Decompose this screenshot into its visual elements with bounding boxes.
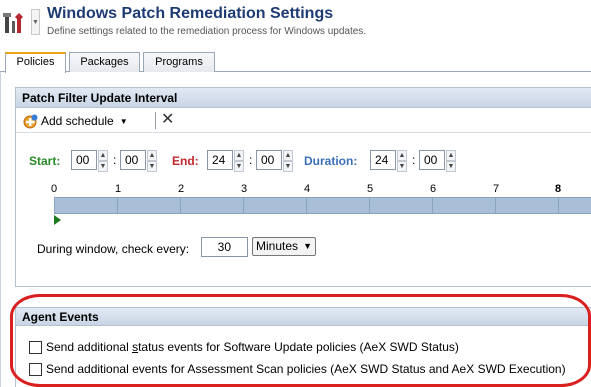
chevron-down-icon[interactable]: ▼ <box>31 9 40 35</box>
time-separator: : <box>412 153 416 167</box>
chevron-down-icon: ▼ <box>303 241 312 251</box>
stepper-arrows[interactable]: ▲ ▼ <box>446 150 456 172</box>
tab-policies[interactable]: Policies <box>5 52 66 73</box>
end-minute-stepper[interactable]: 00 ▲ ▼ <box>256 150 293 172</box>
label-part: tatus events for Software Update policie… <box>138 340 459 354</box>
down-arrow-icon[interactable]: ▼ <box>446 161 456 172</box>
stepper-arrows[interactable]: ▲ ▼ <box>283 150 293 172</box>
tab-packages[interactable]: Packages <box>69 52 140 72</box>
ruler-label: 4 <box>304 183 311 195</box>
up-arrow-icon[interactable]: ▲ <box>397 150 407 161</box>
status-events-label: Send additional status events for Softwa… <box>46 340 459 354</box>
toolbar-separator <box>155 112 156 129</box>
stepper-arrows[interactable]: ▲ ▼ <box>397 150 407 172</box>
status-events-checkbox[interactable] <box>29 340 42 354</box>
schedule-timeline[interactable] <box>54 197 591 214</box>
timeline-tick <box>54 198 55 213</box>
down-arrow-icon[interactable]: ▼ <box>147 161 157 172</box>
assessment-events-checkbox[interactable] <box>29 362 42 376</box>
chevron-down-icon: ▼ <box>119 116 128 126</box>
label-part: Send additional <box>46 340 133 354</box>
stepper-arrows[interactable]: ▲ ▼ <box>234 150 244 172</box>
ruler-label: 3 <box>241 183 248 195</box>
page-subtitle: Define settings related to the remediati… <box>47 26 367 37</box>
agent-events-panel: Agent Events Send additional status even… <box>15 307 591 387</box>
down-arrow-icon[interactable]: ▼ <box>98 161 108 172</box>
timeline-tick <box>117 198 118 213</box>
page-title: Windows Patch Remediation Settings <box>47 5 334 22</box>
add-schedule-button[interactable]: Add schedule ▼ <box>23 112 128 130</box>
add-schedule-label: Add schedule <box>41 114 114 128</box>
tab-programs[interactable]: Programs <box>143 52 215 72</box>
end-hour-stepper[interactable]: 24 ▲ ▼ <box>207 150 244 172</box>
start-hour-value[interactable]: 00 <box>71 150 97 170</box>
up-arrow-icon[interactable]: ▲ <box>446 150 456 161</box>
timeline-tick <box>243 198 244 213</box>
timeline-tick <box>369 198 370 213</box>
check-interval-label: During window, check every: <box>37 242 190 256</box>
ruler-label: 5 <box>367 183 374 195</box>
start-minute-value[interactable]: 00 <box>120 150 146 170</box>
timeline-tick <box>495 198 496 213</box>
end-hour-value[interactable]: 24 <box>207 150 233 170</box>
ruler-label: 8 <box>555 183 562 195</box>
start-label: Start: <box>29 154 61 168</box>
down-arrow-icon[interactable]: ▼ <box>283 161 293 172</box>
down-arrow-icon[interactable]: ▼ <box>397 161 407 172</box>
duration-minute-value[interactable]: 00 <box>419 150 445 170</box>
add-schedule-icon <box>23 114 38 129</box>
interval-panel: Patch Filter Update Interval Add schedul… <box>15 87 591 287</box>
timeline-tick <box>558 198 559 213</box>
up-arrow-icon[interactable]: ▲ <box>283 150 293 161</box>
agent-events-title: Agent Events <box>16 308 591 326</box>
delete-icon[interactable]: ✕ <box>161 111 174 129</box>
interval-panel-title: Patch Filter Update Interval <box>16 88 591 108</box>
duration-minute-stepper[interactable]: 00 ▲ ▼ <box>419 150 456 172</box>
status-events-option[interactable]: Send additional status events for Softwa… <box>29 340 459 354</box>
timeline-tick <box>432 198 433 213</box>
up-arrow-icon[interactable]: ▲ <box>98 150 108 161</box>
end-minute-value[interactable]: 00 <box>256 150 282 170</box>
time-separator: : <box>249 153 253 167</box>
stepper-arrows[interactable]: ▲ ▼ <box>147 150 157 172</box>
ruler-label: 1 <box>115 183 122 195</box>
end-label: End: <box>172 154 199 168</box>
ruler-label: 7 <box>493 183 500 195</box>
tools-icon <box>1 7 31 37</box>
start-hour-stepper[interactable]: 00 ▲ ▼ <box>71 150 108 172</box>
tab-bar: Policies Packages Programs <box>0 52 591 73</box>
assessment-events-option[interactable]: Send additional events for Assessment Sc… <box>29 362 566 376</box>
ruler-label: 6 <box>430 183 437 195</box>
start-marker-icon[interactable] <box>54 215 61 225</box>
down-arrow-icon[interactable]: ▼ <box>234 161 244 172</box>
stepper-arrows[interactable]: ▲ ▼ <box>98 150 108 172</box>
start-minute-stepper[interactable]: 00 ▲ ▼ <box>120 150 157 172</box>
up-arrow-icon[interactable]: ▲ <box>234 150 244 161</box>
duration-hour-value[interactable]: 24 <box>370 150 396 170</box>
ruler-label: 2 <box>178 183 185 195</box>
unit-select-value: Minutes <box>256 239 299 253</box>
timeline-tick <box>180 198 181 213</box>
up-arrow-icon[interactable]: ▲ <box>147 150 157 161</box>
time-separator: : <box>113 153 117 167</box>
check-interval-unit-select[interactable]: Minutes ▼ <box>252 237 316 256</box>
check-interval-input[interactable]: 30 <box>201 237 248 257</box>
assessment-events-label: Send additional events for Assessment Sc… <box>46 362 566 376</box>
duration-label: Duration: <box>304 154 358 168</box>
duration-hour-stepper[interactable]: 24 ▲ ▼ <box>370 150 407 172</box>
schedule-toolbar: Add schedule ▼ ✕ <box>16 109 591 133</box>
timeline-tick <box>306 198 307 213</box>
ruler-label: 0 <box>51 183 58 195</box>
